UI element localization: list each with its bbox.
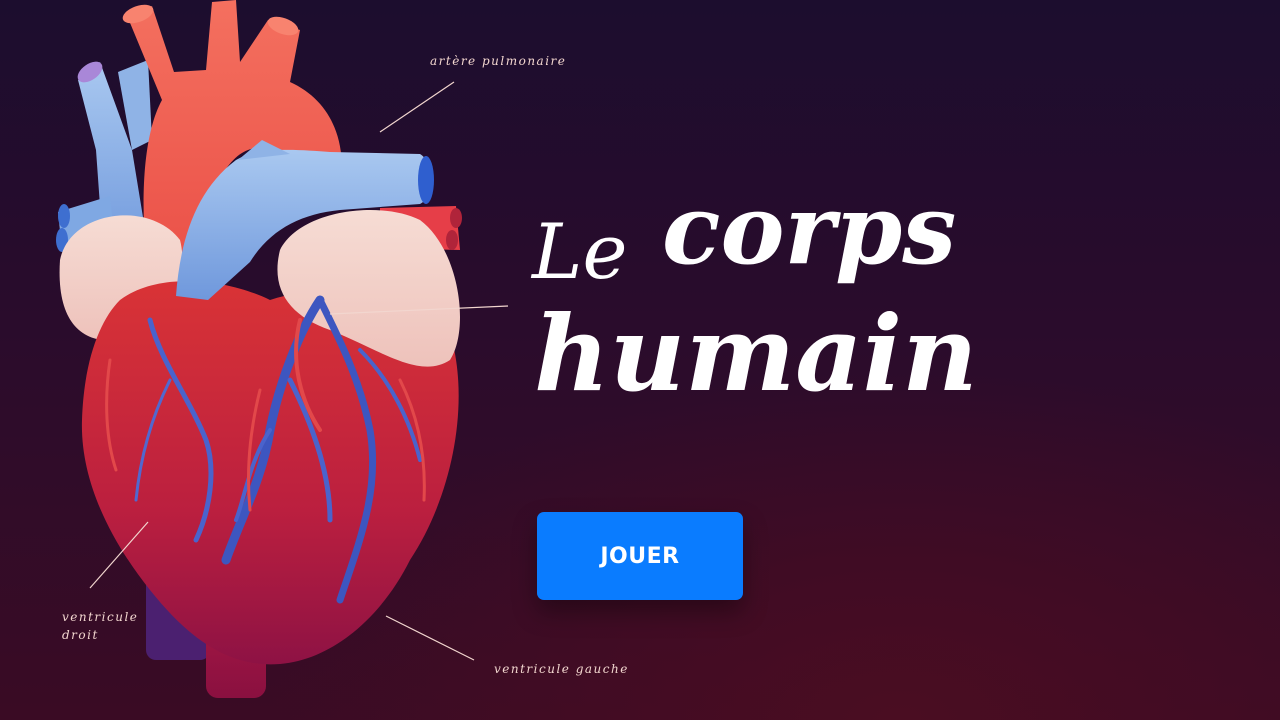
play-button[interactable]: JOUER [537, 512, 743, 600]
label-pulmonary-artery: artère pulmonaire [430, 54, 567, 68]
leader-line-left-ventricle [385, 615, 475, 661]
title-word-corps: corps [662, 173, 957, 286]
title-word-humain: humain [534, 292, 978, 415]
label-left-ventricle: ventricule gauche [494, 662, 629, 676]
label-right-ventricle: ventricule droit [62, 610, 139, 642]
title-word-le: Le [532, 207, 628, 296]
leader-line-pulmonary [379, 81, 455, 133]
